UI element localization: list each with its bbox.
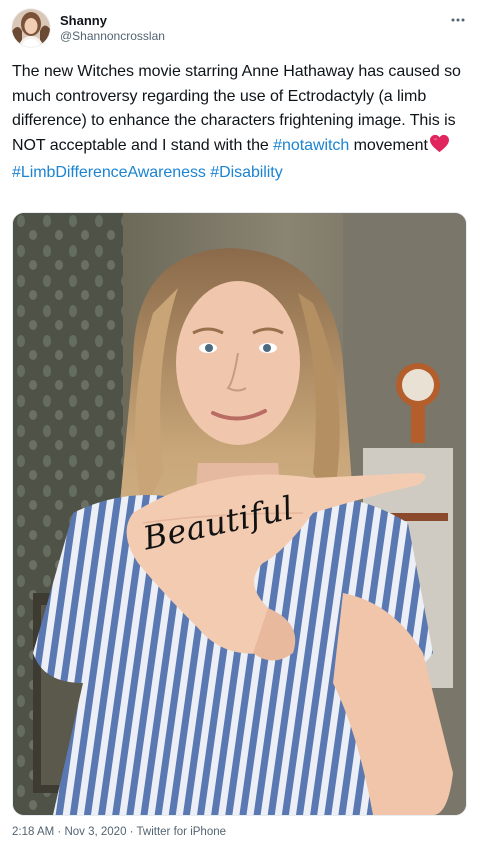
red-heart-icon [429,134,450,162]
tweet-date[interactable]: Nov 3, 2020 [64,826,126,838]
hashtag-disability[interactable]: #Disability [210,164,282,181]
tweet-photo[interactable]: Beautiful [12,212,467,816]
tweet-header: Shanny @Shannoncrosslan [12,6,468,50]
author-handle[interactable]: @Shannoncrosslan [60,29,165,43]
tweet-metadata: 2:18 AM · Nov 3, 2020 · Twitter for iPho… [12,826,226,838]
tweet-text: The new Witches movie starring Anne Hath… [12,60,470,186]
more-dots-icon [451,18,465,22]
avatar[interactable] [12,9,50,47]
meta-separator-2: · [129,826,134,838]
profile-photo-avatar [12,9,50,47]
tweet-text-part-2: movement [349,136,428,154]
hashtag-limbdifferenceawareness[interactable]: #LimbDifferenceAwareness [12,164,206,181]
meta-separator: · [57,826,62,838]
more-options-button[interactable] [448,12,468,28]
hashtag-notawitch[interactable]: #notawitch [273,137,349,154]
author-display-name[interactable]: Shanny [60,13,165,29]
tweet-source[interactable]: Twitter for iPhone [137,826,226,838]
tweet-time[interactable]: 2:18 AM [12,826,54,838]
photo-illustration: Beautiful [13,213,466,815]
